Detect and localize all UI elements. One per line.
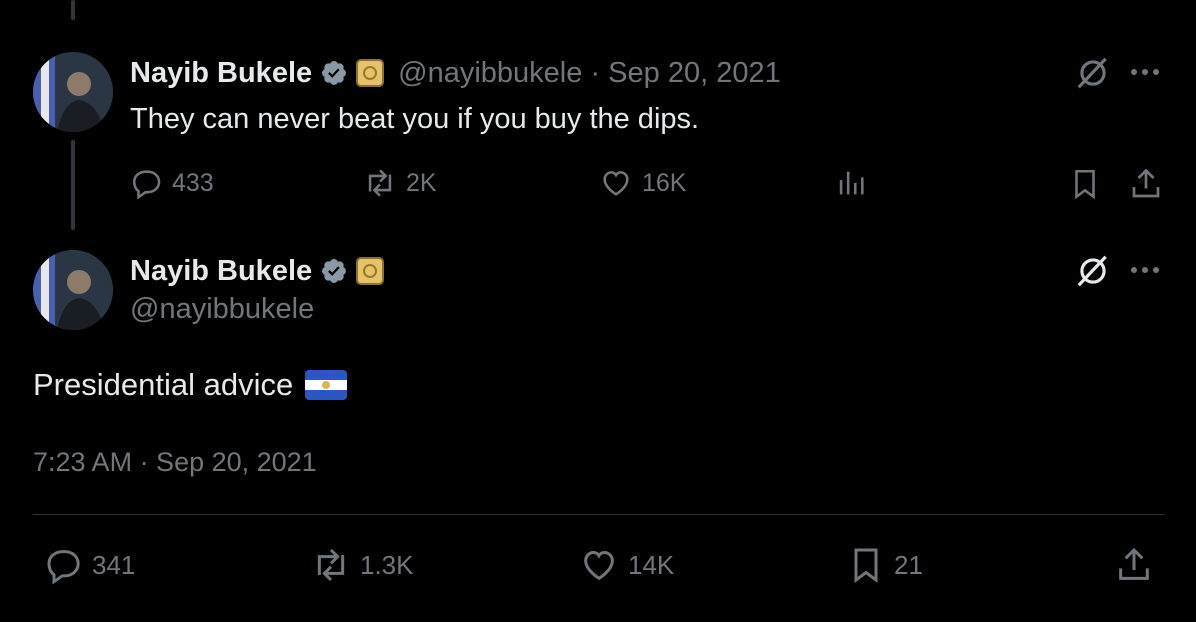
avatar-image bbox=[33, 250, 113, 330]
thread-line bbox=[71, 140, 75, 230]
tweet-timestamp[interactable]: 7:23 AM · Sep 20, 2021 bbox=[33, 447, 317, 478]
more-icon[interactable] bbox=[1128, 260, 1162, 280]
thread-line-top bbox=[71, 0, 75, 20]
verified-icon bbox=[322, 259, 347, 283]
reply-icon bbox=[132, 170, 161, 200]
like-icon bbox=[584, 550, 614, 581]
author-name[interactable]: Nayib Bukele bbox=[130, 57, 312, 90]
reply-icon bbox=[47, 550, 80, 585]
grok-icon[interactable] bbox=[1074, 54, 1112, 92]
government-badge-icon bbox=[356, 257, 385, 285]
like-icon bbox=[603, 171, 629, 196]
repost-button[interactable]: 1.3K bbox=[310, 545, 414, 585]
author-handle[interactable]: @nayibbukele bbox=[398, 57, 582, 89]
repost-button[interactable]: 2K bbox=[362, 166, 437, 200]
avatar[interactable] bbox=[33, 52, 113, 132]
reply-button[interactable]: 433 bbox=[130, 166, 214, 200]
share-icon[interactable] bbox=[1114, 545, 1154, 585]
bookmark-icon[interactable] bbox=[1068, 166, 1102, 202]
reply-button[interactable]: 341 bbox=[44, 545, 135, 585]
avatar-image bbox=[33, 52, 113, 132]
government-badge-icon bbox=[356, 59, 385, 87]
divider bbox=[33, 514, 1165, 515]
reply-count: 341 bbox=[92, 549, 136, 580]
views-icon bbox=[839, 171, 864, 195]
repost-count: 2K bbox=[406, 168, 437, 197]
tweet-date[interactable]: Sep 20, 2021 bbox=[608, 57, 781, 89]
repost-count: 1.3K bbox=[360, 549, 414, 580]
repost-icon bbox=[368, 169, 392, 197]
like-button[interactable]: 14K bbox=[578, 545, 674, 585]
bookmark-count: 21 bbox=[894, 549, 923, 580]
more-icon[interactable] bbox=[1128, 62, 1162, 82]
bookmark-icon bbox=[854, 548, 878, 583]
tweet-text: Presidential advice bbox=[33, 367, 294, 402]
verified-icon bbox=[322, 61, 347, 85]
bookmark-button[interactable]: 21 bbox=[846, 545, 923, 585]
views-button[interactable] bbox=[834, 166, 868, 200]
like-count: 16K bbox=[642, 168, 687, 197]
grok-icon[interactable] bbox=[1074, 252, 1112, 290]
author-handle[interactable]: @nayibbukele bbox=[130, 293, 314, 326]
avatar[interactable] bbox=[33, 250, 113, 330]
author-name[interactable]: Nayib Bukele bbox=[130, 255, 312, 288]
reply-count: 433 bbox=[172, 168, 214, 197]
separator: · bbox=[590, 56, 601, 89]
like-count: 14K bbox=[628, 549, 675, 580]
el-salvador-flag-icon bbox=[305, 370, 348, 400]
share-icon[interactable] bbox=[1128, 166, 1164, 202]
repost-icon bbox=[317, 548, 345, 582]
tweet-text: They can never beat you if you buy the d… bbox=[130, 103, 700, 135]
like-button[interactable]: 16K bbox=[598, 166, 686, 200]
